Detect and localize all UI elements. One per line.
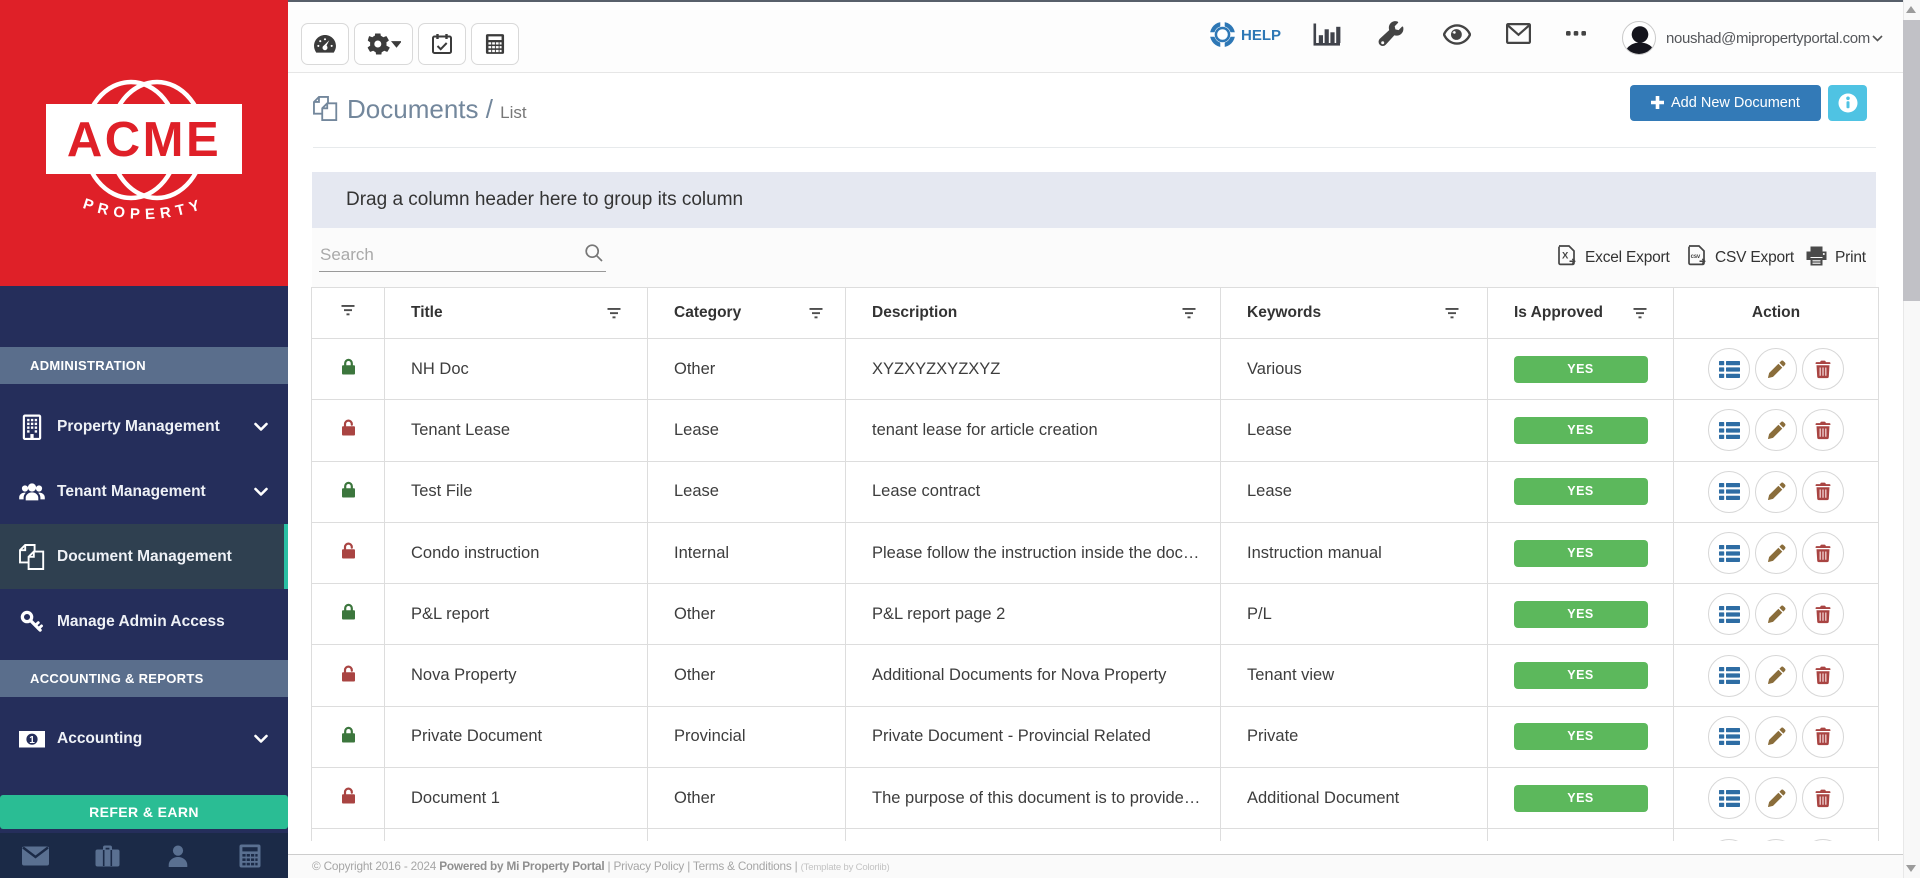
svg-text:X: X xyxy=(1562,251,1569,262)
svg-text:csv: csv xyxy=(1691,254,1701,260)
